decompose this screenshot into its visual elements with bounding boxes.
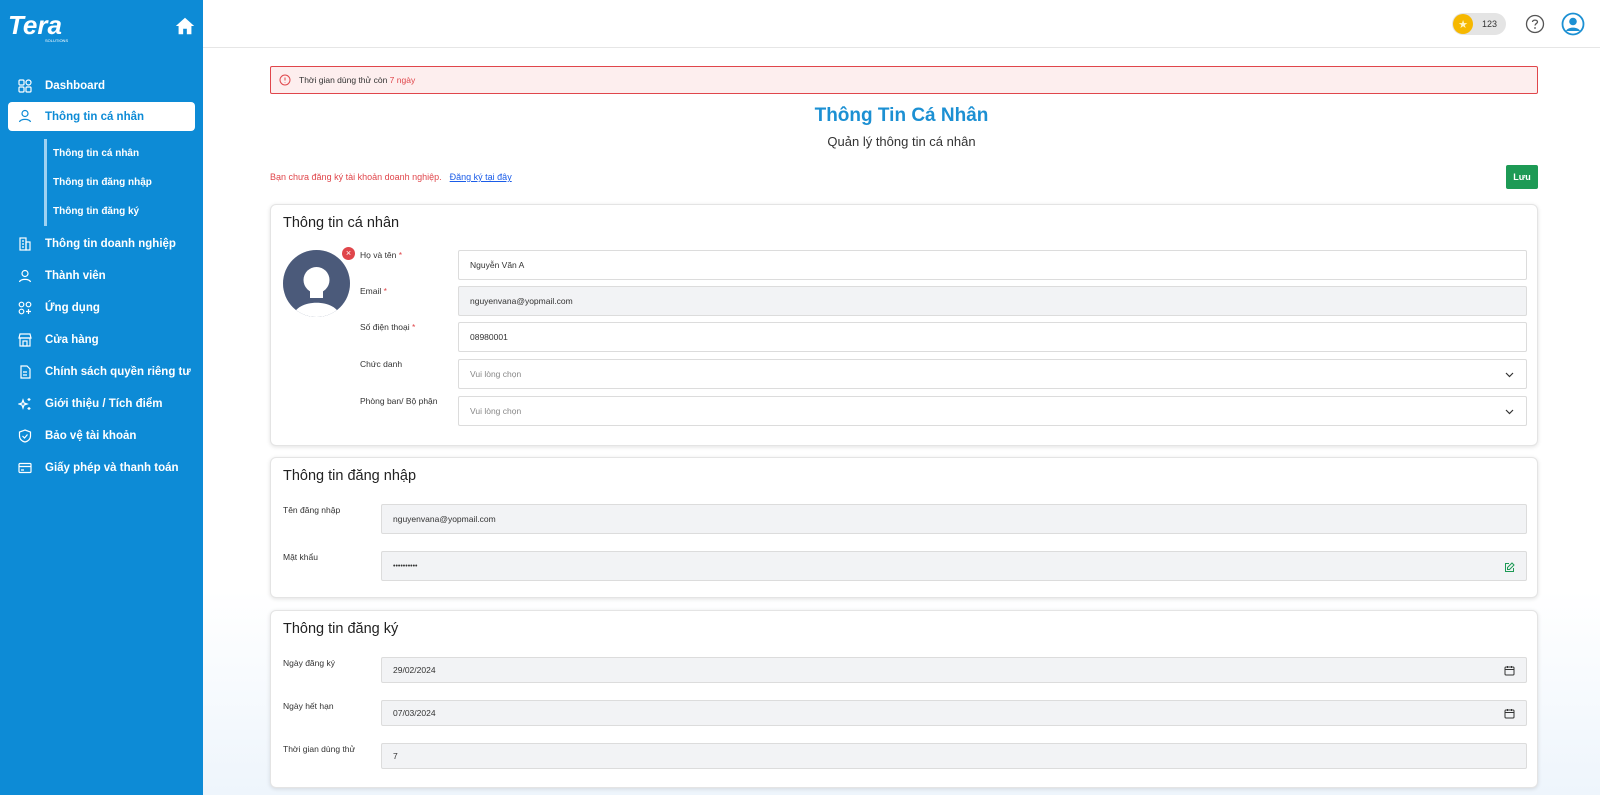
email-label: Email * xyxy=(360,286,387,296)
exp-date-value: 07/03/2024 xyxy=(393,708,436,718)
sidebar-item-apps[interactable]: Ứng dụng xyxy=(0,292,203,324)
tera-logo[interactable]: Tera SOLUTIONS xyxy=(8,10,78,44)
coin-icon: ★ xyxy=(1453,14,1473,34)
sidebar-item-label: Ứng dụng xyxy=(45,302,100,314)
svg-text:SOLUTIONS: SOLUTIONS xyxy=(45,38,68,43)
calendar-icon xyxy=(1504,709,1515,719)
job-title-label: Chức danh xyxy=(360,359,403,369)
shield-icon xyxy=(18,429,32,443)
user-icon xyxy=(18,109,32,123)
sidebar-item-members[interactable]: Thành viên xyxy=(0,260,203,292)
sidebar-item-label: Thông tin doanh nghiệp xyxy=(45,238,176,250)
password-label: Mật khẩu xyxy=(283,552,318,562)
phone-label: Số điện thoại * xyxy=(360,322,416,332)
sparkle-icon xyxy=(18,398,31,410)
page-subtitle: Quản lý thông tin cá nhân xyxy=(827,134,976,149)
login-info-title: Thông tin đăng nhập xyxy=(283,468,417,484)
reg-date-label: Ngày đăng ký xyxy=(283,658,335,668)
sidebar-item-personal-info[interactable]: Thông tin cá nhân xyxy=(8,102,195,131)
sidebar-item-account-protection[interactable]: Bảo vệ tài khoản xyxy=(0,420,203,452)
chevron-down-icon xyxy=(1505,409,1514,415)
topbar: ★ 123 xyxy=(203,0,1600,48)
sidebar-item-label: Cửa hàng xyxy=(45,334,99,346)
password-field: •••••••••• xyxy=(381,551,1527,581)
document-icon xyxy=(20,365,31,379)
sidebar-nav: Dashboard Thông tin cá nhân Thông tin cá… xyxy=(0,70,203,484)
svg-text:Tera: Tera xyxy=(8,10,62,40)
department-label: Phòng ban/ Bộ phận xyxy=(360,396,438,406)
apps-icon xyxy=(18,301,32,315)
sidebar-item-referral[interactable]: Giới thiệu / Tích điểm xyxy=(0,388,203,420)
sidebar-item-label: Thành viên xyxy=(45,270,106,282)
trial-days: 7 ngày xyxy=(389,75,416,85)
registration-info-card: Thông tin đăng ký Ngày đăng ký 29/02/202… xyxy=(270,610,1538,788)
register-business-link[interactable]: Đăng ký tại đây xyxy=(450,172,512,182)
reg-date-value: 29/02/2024 xyxy=(393,665,436,675)
sidebar-item-privacy[interactable]: Chính sách quyền riêng tư xyxy=(0,356,203,388)
edit-icon[interactable] xyxy=(1504,562,1515,573)
business-notice: Bạn chưa đăng ký tài khoản doanh nghiệp.… xyxy=(270,172,512,182)
sidebar-item-business[interactable]: Thông tin doanh nghiệp xyxy=(0,228,203,260)
business-notice-text: Bạn chưa đăng ký tài khoản doanh nghiệp. xyxy=(270,172,442,182)
reg-date-field: 29/02/2024 xyxy=(381,657,1527,683)
sidebar-subitem-login[interactable]: Thông tin đăng nhập xyxy=(47,168,203,197)
member-icon xyxy=(18,269,32,283)
name-label: Họ và tên * xyxy=(360,250,403,260)
grid-icon xyxy=(18,79,32,93)
sidebar-item-label: Giới thiệu / Tích điểm xyxy=(45,398,163,410)
exp-date-label: Ngày hết hạn xyxy=(283,701,334,711)
registration-info-title: Thông tin đăng ký xyxy=(283,621,399,637)
avatar-remove-button[interactable]: × xyxy=(342,247,355,260)
login-info-card: Thông tin đăng nhập Tên đăng nhập nguyen… xyxy=(270,457,1538,598)
username-field: nguyenvana@yopmail.com xyxy=(381,504,1527,534)
sidebar-item-dashboard[interactable]: Dashboard xyxy=(0,70,203,102)
sidebar-submenu: Thông tin cá nhân Thông tin đăng nhập Th… xyxy=(44,139,203,226)
username-label: Tên đăng nhập xyxy=(283,505,341,515)
email-field: nguyenvana@yopmail.com xyxy=(458,286,1527,316)
store-icon xyxy=(18,333,32,347)
name-input[interactable]: Nguyễn Văn A xyxy=(458,250,1527,280)
avatar[interactable] xyxy=(283,250,350,317)
job-title-select[interactable]: Vui lòng chọn xyxy=(458,359,1527,389)
trial-period-field: 7 xyxy=(381,743,1527,769)
save-button[interactable]: Lưu xyxy=(1506,165,1538,189)
sidebar-item-store[interactable]: Cửa hàng xyxy=(0,324,203,356)
department-select[interactable]: Vui lòng chọn xyxy=(458,396,1527,426)
sidebar-subitem-registration[interactable]: Thông tin đăng ký xyxy=(47,197,203,226)
sidebar-item-label: Chính sách quyền riêng tư xyxy=(45,366,191,378)
trial-period-label: Thời gian dùng thử xyxy=(283,744,356,754)
help-icon[interactable] xyxy=(1525,14,1545,34)
page-title: Thông Tin Cá Nhân xyxy=(814,105,989,126)
personal-info-title: Thông tin cá nhân xyxy=(283,215,400,231)
exp-date-field: 07/03/2024 xyxy=(381,700,1527,726)
sidebar: Tera SOLUTIONS Dashboard Thông tin cá nh… xyxy=(0,0,203,795)
building-icon xyxy=(19,237,31,251)
home-icon[interactable] xyxy=(174,15,196,37)
password-value: •••••••••• xyxy=(393,562,418,570)
info-icon xyxy=(279,74,291,86)
credit-card-icon xyxy=(18,462,32,474)
department-placeholder: Vui lòng chọn xyxy=(470,406,522,416)
job-title-placeholder: Vui lòng chọn xyxy=(470,369,522,379)
sidebar-item-label: Giấy phép và thanh toán xyxy=(45,462,179,474)
phone-input[interactable]: 08980001 xyxy=(458,322,1527,352)
sidebar-item-license-payment[interactable]: Giấy phép và thanh toán xyxy=(0,452,203,484)
coin-count: 123 xyxy=(1482,19,1498,29)
sidebar-item-label: Dashboard xyxy=(45,80,106,92)
trial-alert: Thời gian dùng thử còn 7 ngày xyxy=(270,66,1538,94)
chevron-down-icon xyxy=(1505,372,1514,378)
sidebar-subitem-personal[interactable]: Thông tin cá nhân xyxy=(47,139,203,168)
coin-balance[interactable]: ★ 123 xyxy=(1452,13,1506,35)
calendar-icon xyxy=(1504,666,1515,676)
personal-info-card: Thông tin cá nhân × Họ và tên * Nguyễn V… xyxy=(270,204,1538,446)
user-account-icon[interactable] xyxy=(1561,12,1585,36)
trial-alert-text: Thời gian dùng thử còn xyxy=(299,75,388,85)
sidebar-item-label: Thông tin cá nhân xyxy=(45,110,145,123)
sidebar-item-label: Bảo vệ tài khoản xyxy=(45,430,137,442)
